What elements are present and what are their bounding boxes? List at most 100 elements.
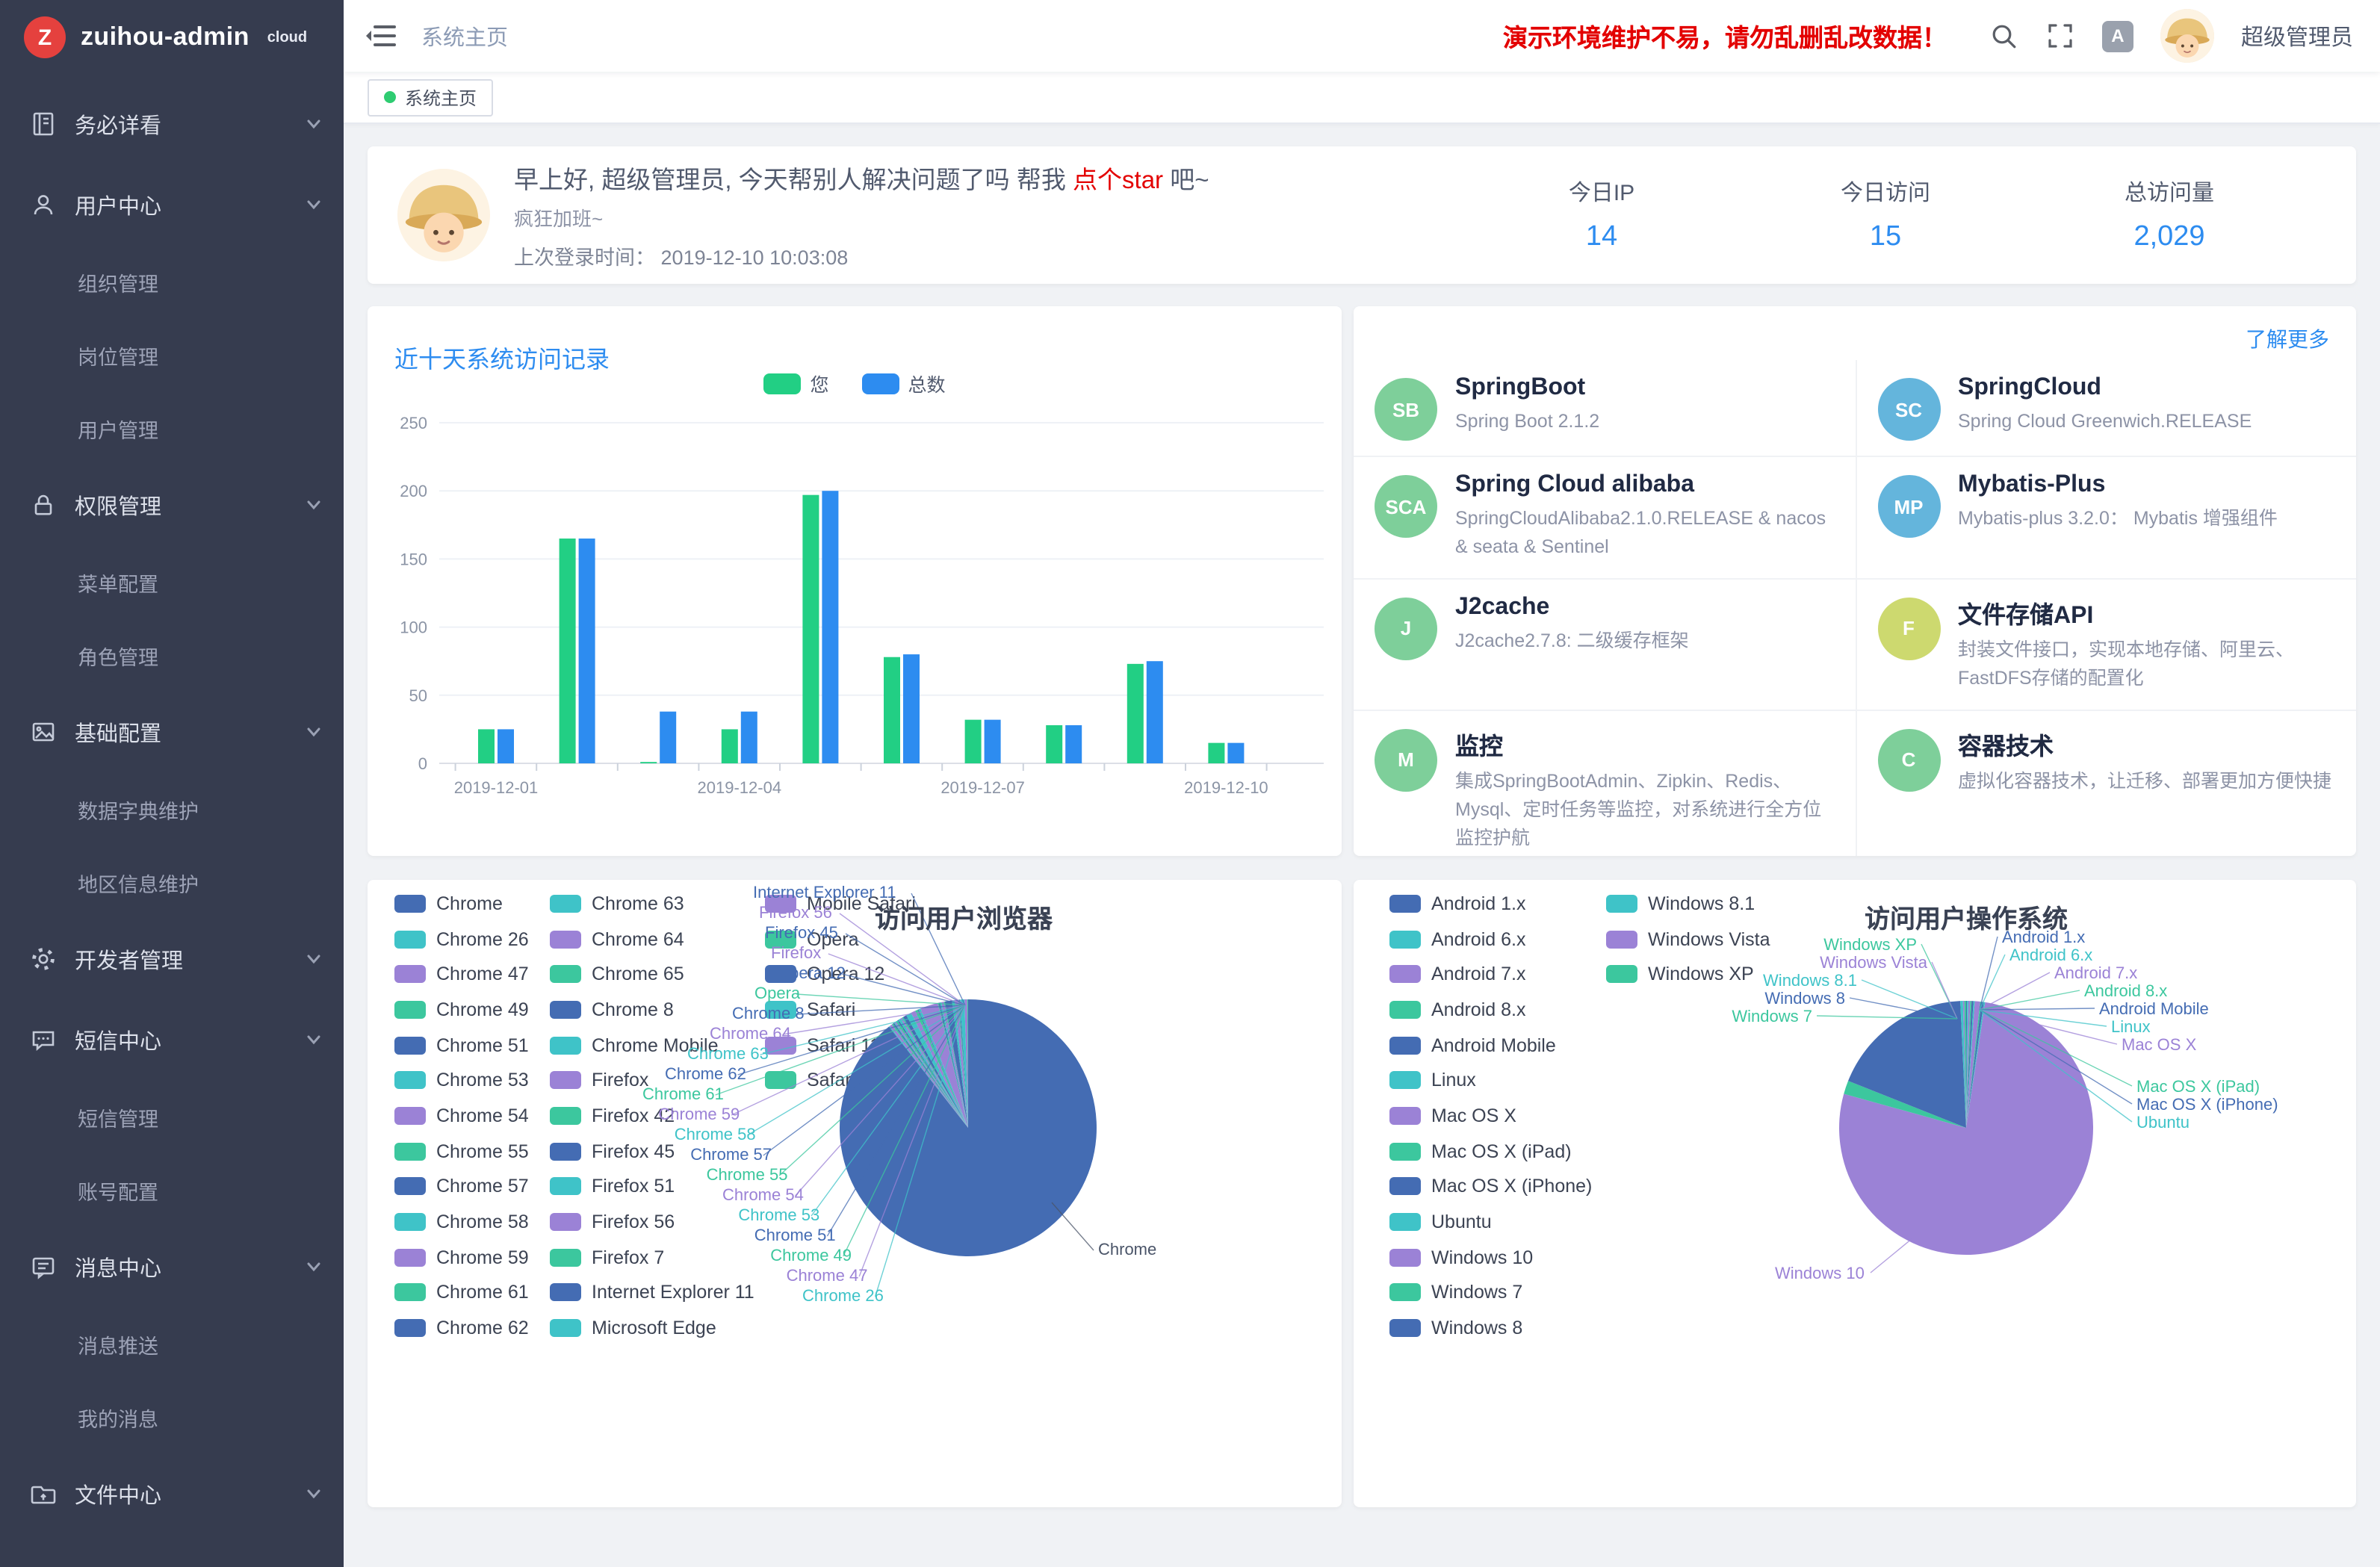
pie-callout-label: Chrome 54	[722, 1185, 804, 1204]
bar-legend-item[interactable]: 您	[763, 369, 828, 397]
feature-title: SpringBoot	[1455, 375, 1599, 402]
welcome-card: 早上好, 超级管理员, 今天帮别人解决问题了吗 帮我 点个star 吧~ 疯狂加…	[368, 146, 2356, 284]
feature-avatar: SC	[1877, 378, 1940, 441]
feature-desc: 封装文件接口，实现本地存储、阿里云、FastDFS存储的配置化	[1958, 636, 2332, 695]
message-icon	[30, 1253, 57, 1280]
sidebar-subitem-5-1[interactable]: 账号配置	[0, 1153, 344, 1226]
pie-callout-label: Chrome 8	[732, 1004, 805, 1023]
svg-text:0: 0	[418, 754, 427, 773]
font-size-icon[interactable]: A	[2102, 20, 2133, 52]
sidebar-subitem-1-0[interactable]: 组织管理	[0, 245, 344, 318]
sidebar-subitem-3-0[interactable]: 数据字典维护	[0, 772, 344, 845]
sidebar-subitem-3-1[interactable]: 地区信息维护	[0, 845, 344, 919]
sidebar-item-label: 开发者管理	[75, 943, 287, 975]
chevron-down-icon	[305, 115, 323, 133]
pie-callout-label: Mac OS X (iPad)	[2136, 1077, 2260, 1096]
os-pie-card: 访问用户操作系统 Android 1.xAndroid 6.xAndroid 7…	[1354, 880, 2356, 1507]
framework-features-card: 了解更多 SBSpringBootSpring Boot 2.1.2SCSpri…	[1354, 306, 2356, 856]
sidebar-item-5[interactable]: 短信中心	[0, 999, 344, 1080]
star-link[interactable]: 点个star	[1073, 167, 1163, 194]
sidebar-subitem-5-0[interactable]: 短信管理	[0, 1080, 344, 1153]
bar-legend-item[interactable]: 总数	[862, 369, 946, 397]
pie-callout-label: Chrome 57	[690, 1145, 772, 1164]
search-icon[interactable]	[1989, 21, 2018, 51]
feature-title: Spring Cloud alibaba	[1455, 472, 1831, 499]
book-icon	[30, 111, 57, 137]
feature-title: 容器技术	[1958, 725, 2331, 761]
stat-0: 今日IP14	[1490, 176, 1714, 254]
pie-callout-label: Android 7.x	[2054, 964, 2137, 982]
pie-callout-label: Android Mobile	[2099, 999, 2209, 1018]
tab-home[interactable]: 系统主页	[368, 78, 493, 116]
folder-icon	[30, 1480, 57, 1507]
sidebar: Z zuihou-admin cloud 务必详看用户中心组织管理岗位管理用户管…	[0, 0, 344, 1567]
logo-badge-icon: Z	[24, 16, 66, 58]
stat-value: 2,029	[2057, 221, 2281, 254]
sidebar-subitem-1-1[interactable]: 岗位管理	[0, 318, 344, 391]
pie-callout-label: Chrome 49	[770, 1246, 852, 1265]
app-logo[interactable]: Z zuihou-admin cloud	[0, 0, 344, 75]
feature-desc: 虚拟化容器技术，让迁移、部署更加方便快捷	[1958, 767, 2331, 796]
pie-callout-label: Mac OS X (iPhone)	[2136, 1095, 2278, 1114]
pie-callout-label: Chrome 63	[687, 1044, 769, 1063]
browser-pie-card: 访问用户浏览器 ChromeChrome 26Chrome 47Chrome 4…	[368, 880, 1342, 1507]
gear-icon	[30, 946, 57, 972]
sidebar-item-1[interactable]: 用户中心	[0, 164, 344, 245]
sidebar-subitem-6-1[interactable]: 我的消息	[0, 1380, 344, 1453]
fullscreen-icon[interactable]	[2045, 21, 2075, 51]
chevron-down-icon	[305, 1485, 323, 1503]
pie-callout-label: Chrome 47	[787, 1266, 868, 1285]
pie-callout-label: Chrome 59	[658, 1105, 740, 1123]
svg-text:100: 100	[400, 618, 427, 637]
feature-avatar: F	[1877, 598, 1940, 660]
welcome-texts: 早上好, 超级管理员, 今天帮别人解决问题了吗 帮我 点个star 吧~ 疯狂加…	[514, 160, 1490, 270]
user-avatar[interactable]	[2160, 9, 2214, 63]
lock-icon	[30, 491, 57, 518]
pie-callout-label: Windows 10	[1775, 1264, 1865, 1282]
os-pie-chart: Windows XPWindows VistaWindows 8.1Window…	[1354, 880, 2356, 1507]
pie-callout-label: Opera	[754, 984, 801, 1002]
feature-avatar: C	[1877, 728, 1940, 791]
feature-item-1: SCSpringCloudSpring Cloud Greenwich.RELE…	[1855, 360, 2356, 457]
pie-callout-label: Mac OS X	[2122, 1035, 2197, 1054]
top-header: 系统主页 演示环境维护不易，请勿乱删乱改数据！ A 超级管理员	[344, 0, 2380, 72]
sidebar-item-2[interactable]: 权限管理	[0, 465, 344, 545]
sidebar-item-4[interactable]: 开发者管理	[0, 919, 344, 999]
username-label[interactable]: 超级管理员	[2241, 20, 2353, 52]
feature-avatar: SCA	[1375, 475, 1437, 538]
pie-callout-label: Firefox	[771, 943, 821, 962]
sidebar-item-7[interactable]: 文件中心	[0, 1453, 344, 1534]
sidebar-item-6[interactable]: 消息中心	[0, 1226, 344, 1307]
stat-label: 今日访问	[1773, 176, 1998, 208]
pie-callout-label: Chrome 51	[754, 1226, 836, 1244]
sidebar-item-3[interactable]: 基础配置	[0, 692, 344, 772]
feature-title: 文件存储API	[1958, 595, 2332, 630]
chevron-down-icon	[305, 196, 323, 214]
feature-title: Mybatis-Plus	[1958, 472, 2278, 499]
pie-callout-label: Windows 8.1	[1763, 971, 1857, 990]
chevron-down-icon	[305, 496, 323, 514]
sidebar-subitem-2-1[interactable]: 角色管理	[0, 618, 344, 692]
feature-avatar: M	[1375, 728, 1437, 791]
breadcrumb[interactable]: 系统主页	[421, 20, 508, 52]
pie-callout-label: Chrome 61	[642, 1085, 724, 1103]
sidebar-item-0[interactable]: 务必详看	[0, 84, 344, 164]
today-stats: 今日IP14今日访问15总访问量2,029	[1490, 176, 2326, 254]
greeting-line: 早上好, 超级管理员, 今天帮别人解决问题了吗 帮我 点个star 吧~	[514, 160, 1490, 196]
sidebar-subitem-2-0[interactable]: 菜单配置	[0, 545, 344, 618]
feature-desc: Spring Boot 2.1.2	[1455, 408, 1599, 437]
svg-text:2019-12-10: 2019-12-10	[1184, 778, 1268, 797]
feature-item-3: MPMybatis-PlusMybatis-plus 3.2.0： Mybati…	[1855, 457, 2356, 580]
browser-pie-chart: Internet Explorer 11Firefox 56Firefox 45…	[368, 880, 1342, 1507]
visits-bar-chart-card: 近十天系统访问记录 您总数 0501001502002502019-12-012…	[368, 306, 1342, 856]
sidebar-subitem-1-2[interactable]: 用户管理	[0, 391, 344, 465]
sidebar-toggle-icon[interactable]	[365, 22, 397, 49]
learn-more-link[interactable]: 了解更多	[2246, 327, 2329, 351]
feature-item-4: JJ2cacheJ2cache2.7.8: 二级缓存框架	[1354, 580, 1855, 711]
pie-callout-label: Windows Vista	[1820, 953, 1928, 972]
sidebar-subitem-6-0[interactable]: 消息推送	[0, 1307, 344, 1380]
user-icon	[30, 191, 57, 218]
chevron-down-icon	[305, 1031, 323, 1049]
stat-value: 15	[1773, 221, 1998, 254]
chevron-down-icon	[305, 723, 323, 741]
